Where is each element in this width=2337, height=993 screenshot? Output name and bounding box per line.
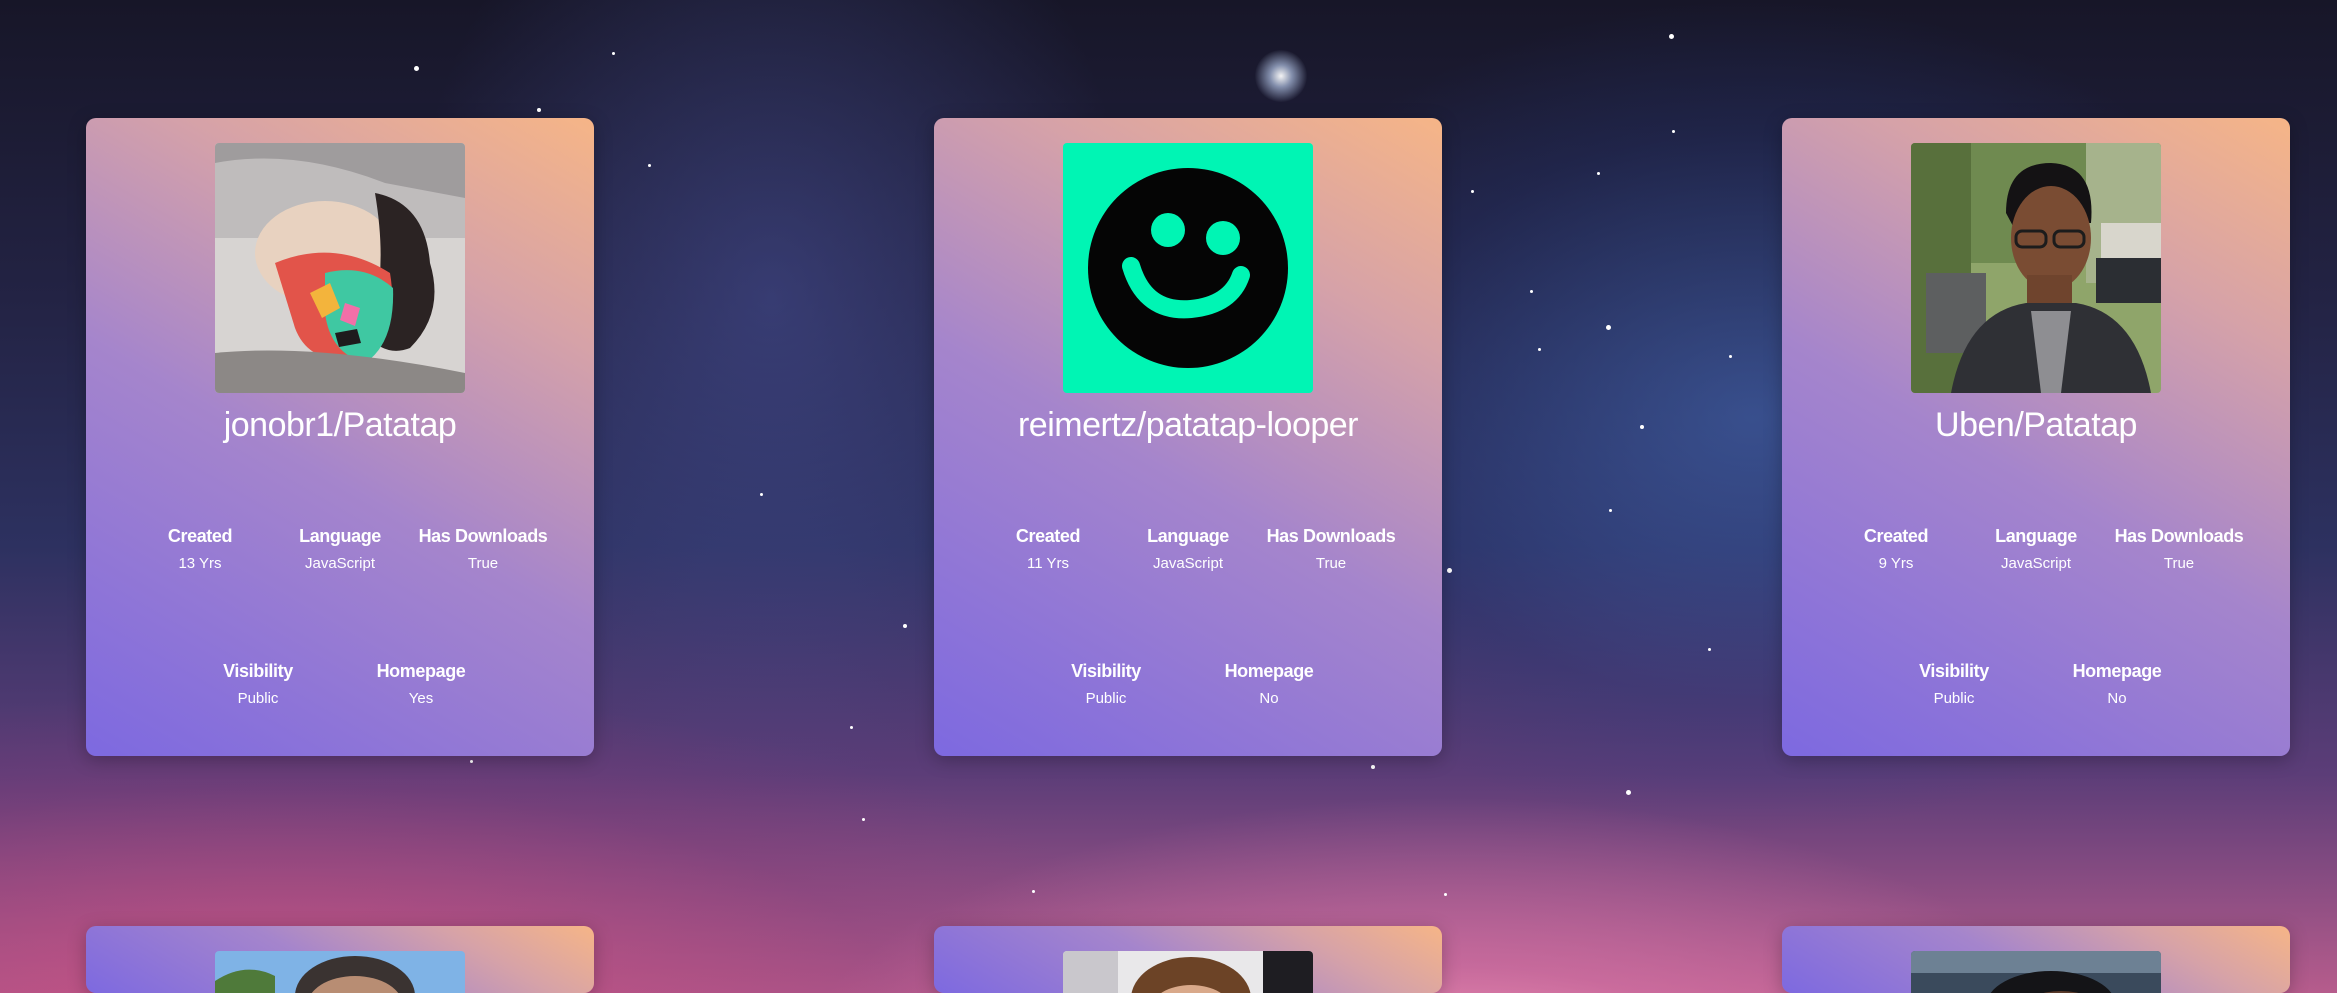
masked-person-photo-icon	[215, 143, 465, 393]
stat-value: No	[2107, 690, 2127, 707]
stat-has-downloads: Has Downloads True	[1251, 526, 1411, 572]
avatar	[1063, 951, 1313, 993]
stat-label: Homepage	[376, 661, 466, 681]
avatar	[1911, 143, 2161, 393]
stat-language: Language JavaScript	[260, 526, 420, 572]
stat-language: Language JavaScript	[1956, 526, 2116, 572]
stat-has-downloads: Has Downloads True	[2099, 526, 2259, 572]
stat-has-downloads: Has Downloads True	[403, 526, 563, 572]
stat-created: Created 13 Yrs	[120, 526, 280, 572]
stat-value: Yes	[408, 690, 434, 707]
smiley-face-icon	[1063, 143, 1313, 393]
stat-label: Created	[1863, 526, 1929, 546]
person-photo-icon	[215, 951, 465, 993]
stat-label: Visibility	[1919, 661, 1989, 681]
avatar	[215, 951, 465, 993]
man-with-glasses-photo-icon	[1911, 143, 2161, 393]
stat-label: Created	[1015, 526, 1081, 546]
stat-value: Public	[1933, 690, 1975, 707]
stat-value: 9 Yrs	[1878, 555, 1914, 572]
stat-value: True	[467, 555, 499, 572]
stat-homepage: Homepage No	[1189, 661, 1349, 707]
stat-value: True	[2163, 555, 2195, 572]
stat-value: 13 Yrs	[178, 555, 222, 572]
stat-visibility: Visibility Public	[1874, 661, 2034, 707]
repo-card[interactable]	[86, 926, 594, 993]
stat-value: JavaScript	[2000, 555, 2072, 572]
repo-card[interactable]	[1782, 926, 2290, 993]
person-photo-icon	[1911, 951, 2161, 993]
stat-label: Has Downloads	[1266, 526, 1396, 546]
stat-label: Has Downloads	[418, 526, 548, 546]
repo-card[interactable]: reimertz/patatap-looper Created 11 Yrs L…	[934, 118, 1442, 756]
repo-card[interactable]	[934, 926, 1442, 993]
stat-label: Visibility	[1071, 661, 1141, 681]
stat-value: Public	[1085, 690, 1127, 707]
stat-label: Language	[1995, 526, 2077, 546]
avatar	[215, 143, 465, 393]
stat-value: True	[1315, 555, 1347, 572]
person-photo-icon	[1063, 951, 1313, 993]
stat-label: Homepage	[2072, 661, 2162, 681]
repo-card[interactable]: jonobr1/Patatap Created 13 Yrs Language …	[86, 118, 594, 756]
stat-value: No	[1259, 690, 1279, 707]
stat-value: Public	[237, 690, 279, 707]
glow-star	[1255, 50, 1307, 102]
stat-homepage: Homepage Yes	[341, 661, 501, 707]
stat-created: Created 9 Yrs	[1816, 526, 1976, 572]
stat-value: JavaScript	[304, 555, 376, 572]
stat-homepage: Homepage No	[2037, 661, 2197, 707]
stat-value: 11 Yrs	[1027, 555, 1069, 572]
repo-name[interactable]: Uben/Patatap	[1782, 406, 2290, 445]
avatar	[1911, 951, 2161, 993]
stat-label: Visibility	[223, 661, 293, 681]
stat-label: Language	[299, 526, 381, 546]
stat-label: Created	[167, 526, 233, 546]
stat-label: Language	[1147, 526, 1229, 546]
stat-language: Language JavaScript	[1108, 526, 1268, 572]
stat-visibility: Visibility Public	[178, 661, 338, 707]
stat-created: Created 11 Yrs	[968, 526, 1128, 572]
stat-visibility: Visibility Public	[1026, 661, 1186, 707]
stat-label: Has Downloads	[2114, 526, 2244, 546]
stat-label: Homepage	[1224, 661, 1314, 681]
stat-value: JavaScript	[1152, 555, 1224, 572]
repo-name[interactable]: reimertz/patatap-looper	[934, 406, 1442, 445]
avatar	[1063, 143, 1313, 393]
repo-name[interactable]: jonobr1/Patatap	[86, 406, 594, 445]
repo-card[interactable]: Uben/Patatap Created 9 Yrs Language Java…	[1782, 118, 2290, 756]
